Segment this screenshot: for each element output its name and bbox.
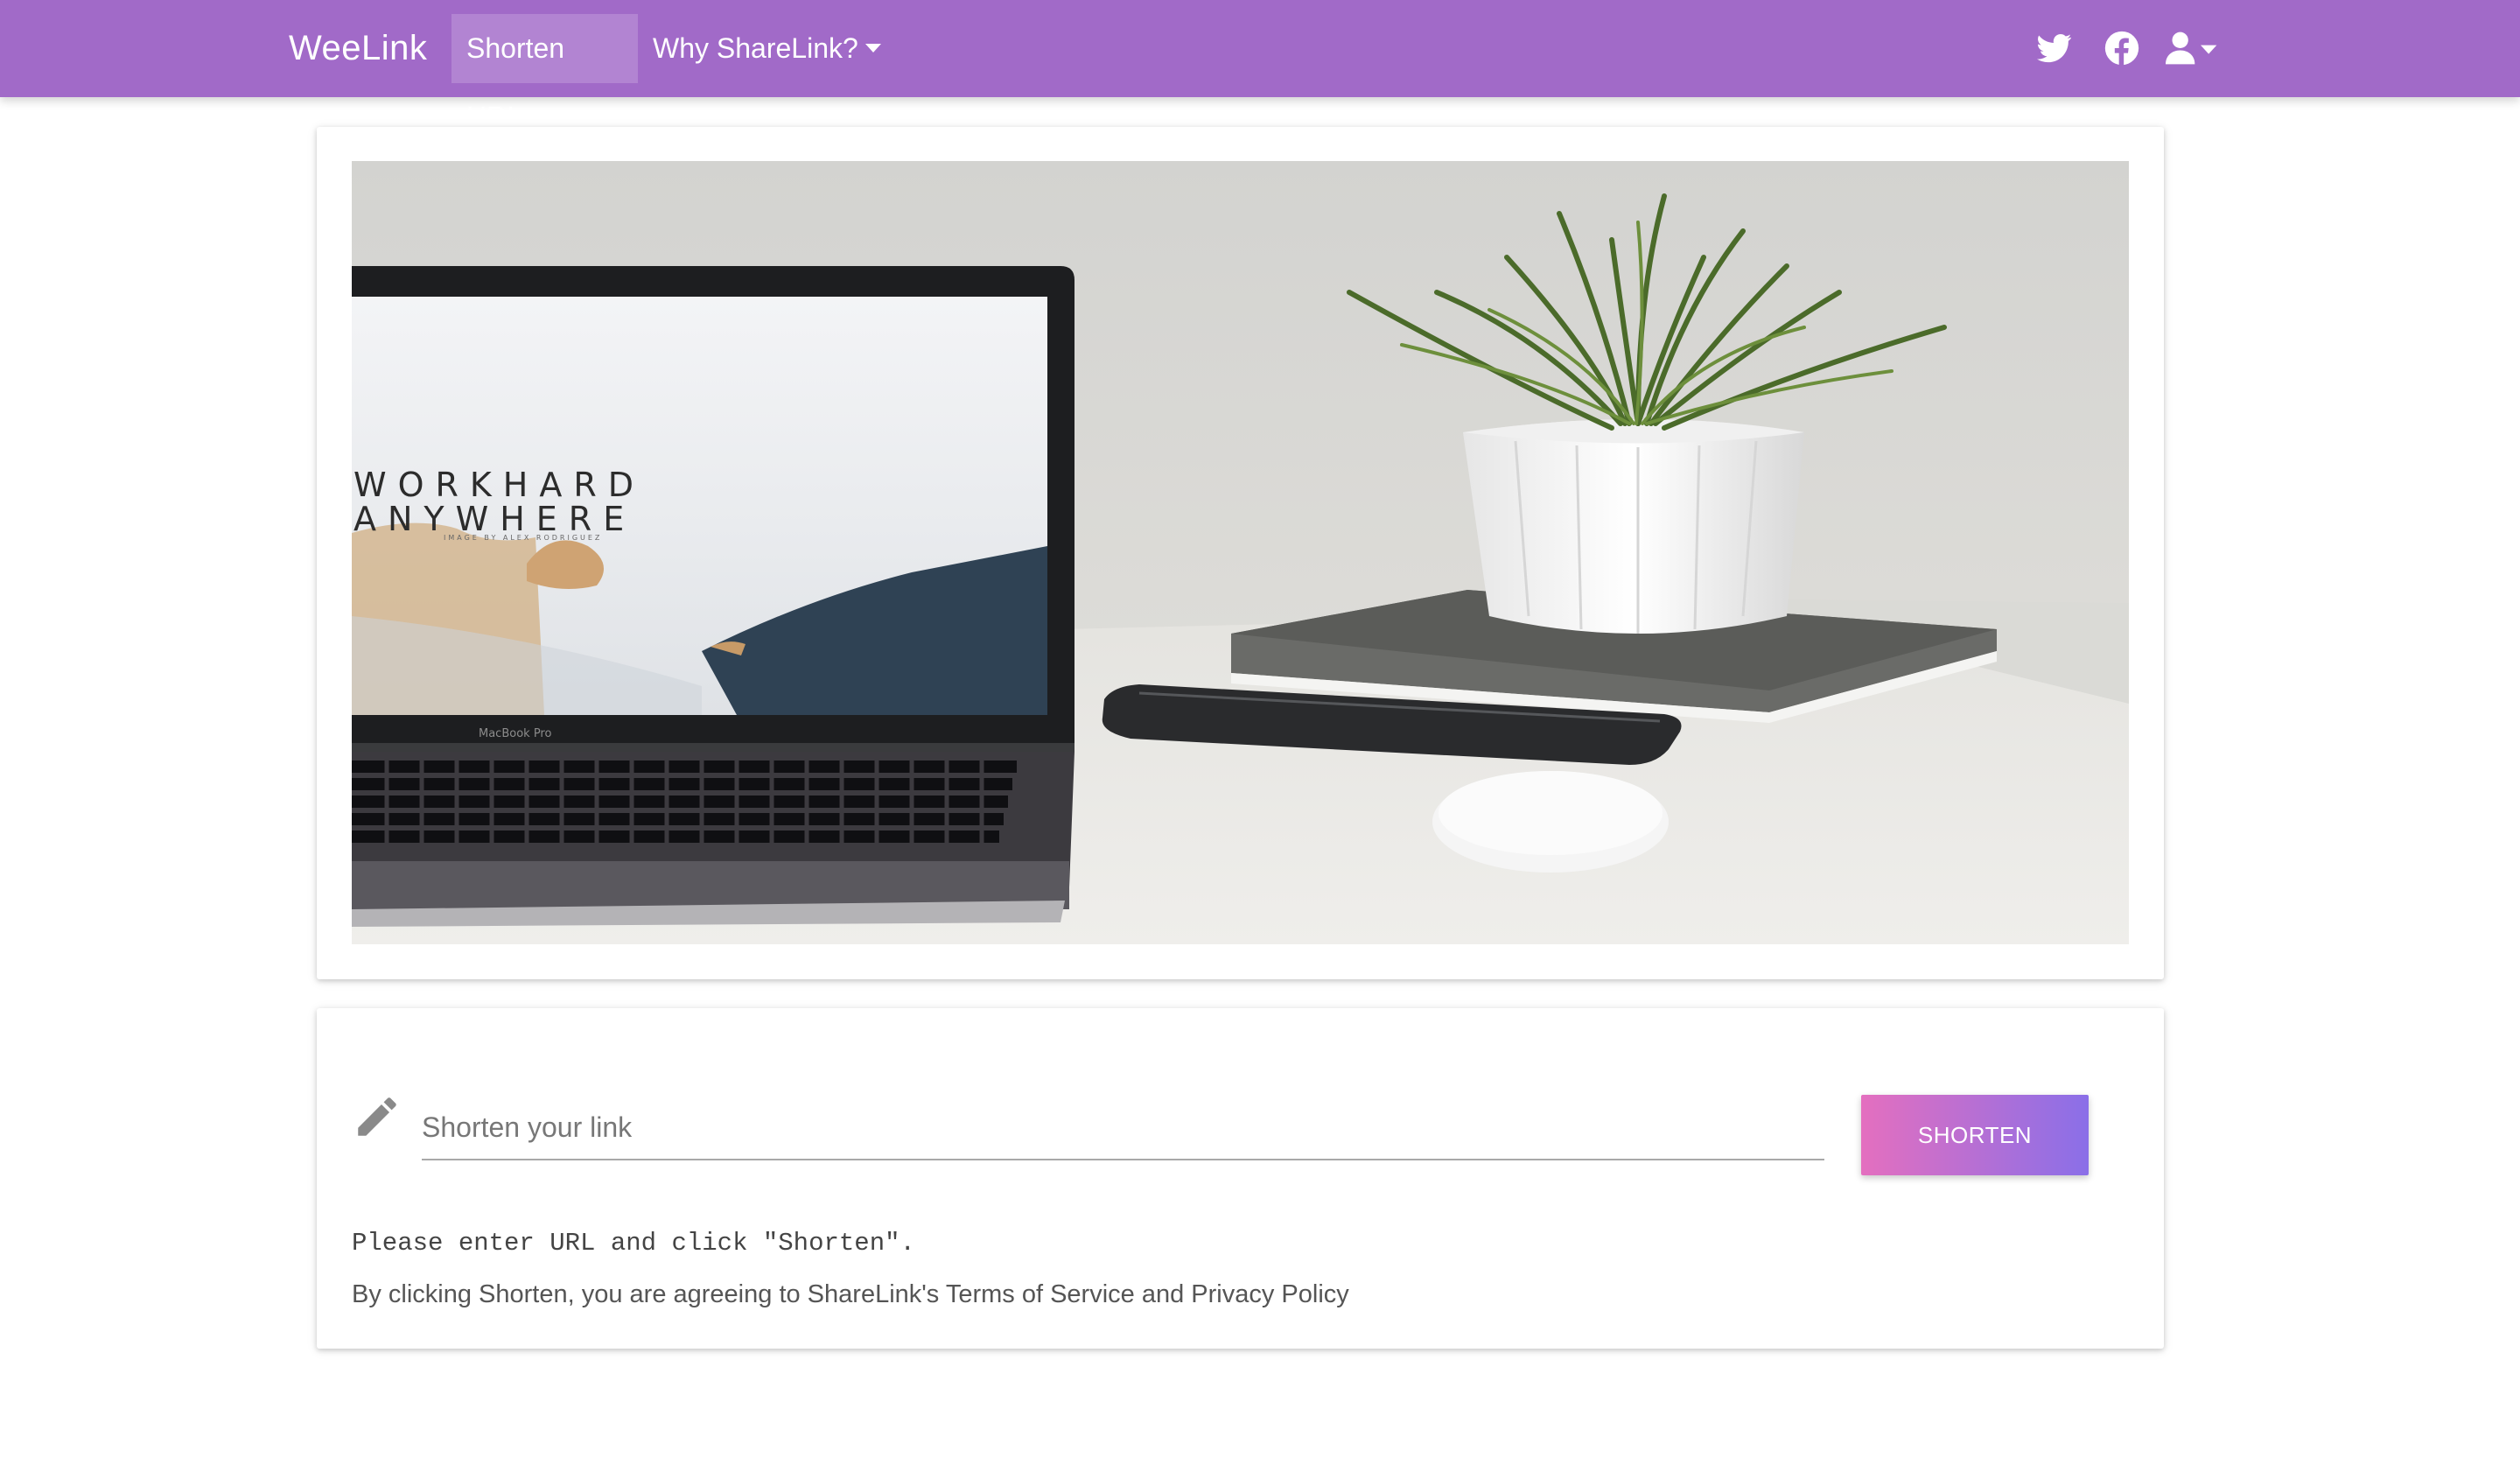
hero-screen-text-1: WORKHARD — [354, 466, 645, 504]
brand-logo[interactable]: WeeLink — [289, 0, 427, 97]
status-message: Please enter URL and click "Shorten". — [352, 1229, 915, 1258]
hero-laptop-label: MacBook Pro — [479, 727, 551, 740]
hero-image: WORKHARD ANYWHERE IMAGE BY ALEX RODRIGUE… — [352, 161, 2129, 944]
nav-shorten-url-label: Shorten URL — [466, 32, 565, 133]
facebook-icon[interactable] — [2104, 31, 2139, 66]
terms-notice: By clicking Shorten, you are agreeing to… — [352, 1280, 1349, 1308]
nav-why-sharelink-dropdown[interactable]: Why ShareLink? — [638, 14, 896, 83]
nav-shorten-url[interactable]: Shorten URL — [452, 14, 638, 133]
hero-screen-caption: IMAGE BY ALEX RODRIGUEZ — [444, 534, 602, 542]
twitter-icon[interactable] — [2037, 31, 2072, 66]
shorten-button[interactable]: SHORTEN — [1861, 1095, 2089, 1175]
hero-card: WORKHARD ANYWHERE IMAGE BY ALEX RODRIGUE… — [317, 127, 2164, 979]
url-input-container — [422, 1096, 1824, 1160]
pencil-icon — [358, 1097, 396, 1136]
caret-down-icon — [864, 43, 881, 53]
top-navbar: WeeLink Shorten URL Why ShareLink? — [0, 0, 2520, 133]
url-input[interactable] — [422, 1096, 1824, 1159]
user-menu-icon[interactable] — [2166, 31, 2218, 66]
hero-screen-text-2: ANYWHERE — [354, 500, 635, 538]
shorten-form-card: SHORTEN Please enter URL and click "Shor… — [317, 1008, 2164, 1349]
nav-why-sharelink-label: Why ShareLink? — [653, 32, 858, 64]
